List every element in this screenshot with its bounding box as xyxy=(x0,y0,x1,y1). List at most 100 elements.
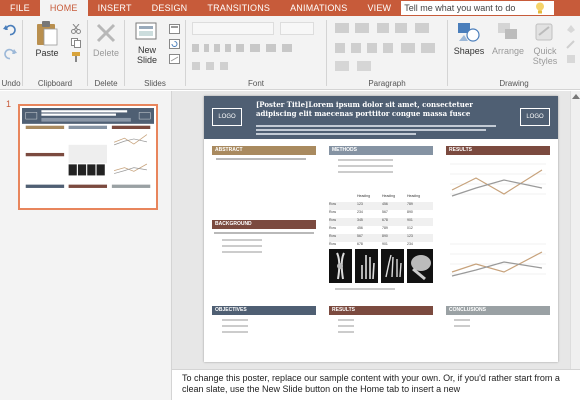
background-text-line xyxy=(214,232,314,234)
paragraph-group: Paragraph xyxy=(327,16,447,90)
tab-file[interactable]: FILE xyxy=(0,0,40,16)
table-cell: 123 xyxy=(357,202,363,206)
notes-text[interactable]: To change this poster, replace our sampl… xyxy=(182,373,574,395)
tab-view[interactable]: VIEW xyxy=(357,0,401,16)
new-slide-label-2: Slide xyxy=(136,55,157,65)
tab-transitions[interactable]: TRANSITIONS xyxy=(197,0,280,16)
font-format-buttons-icon[interactable] xyxy=(192,42,320,54)
slide-thumbnail-preview xyxy=(22,108,154,206)
table-cell: 567 xyxy=(357,234,363,238)
table-cell: 456 xyxy=(382,202,388,206)
table-cell: Row xyxy=(329,234,337,238)
section-methods: METHODS xyxy=(329,146,433,155)
reset-icon[interactable] xyxy=(169,39,180,49)
list-buttons-icon[interactable] xyxy=(335,22,439,34)
paste-button[interactable]: Paste xyxy=(28,20,66,58)
lightbulb-icon[interactable] xyxy=(535,2,545,14)
slide-number: 1 xyxy=(6,99,12,109)
delete-group: Delete Delete xyxy=(88,16,124,90)
tab-insert[interactable]: INSERT xyxy=(88,0,142,16)
vertical-scrollbar[interactable] xyxy=(570,91,580,369)
font-color-icon[interactable] xyxy=(192,60,252,72)
tell-me-search-input[interactable]: Tell me what you want to do xyxy=(401,1,554,15)
delete-button[interactable]: Delete xyxy=(90,22,122,58)
abstract-text-line xyxy=(216,158,306,160)
arrange-button[interactable]: Arrange xyxy=(490,21,526,56)
table-cell: 678 xyxy=(382,218,388,222)
direction-buttons-icon[interactable] xyxy=(335,60,395,72)
objectives-bullet-2 xyxy=(222,325,248,327)
table-cell: Row xyxy=(329,202,337,206)
ribbon-tab-bar: FILE HOME INSERT DESIGN TRANSITIONS ANIM… xyxy=(0,0,580,16)
ribbon: Undo Paste Clipboard Delete Delete New S… xyxy=(0,16,580,90)
quick-styles-button[interactable]: Quick Styles xyxy=(528,21,562,66)
quick-styles-label-2: Styles xyxy=(532,56,558,66)
new-slide-button[interactable]: New Slide xyxy=(129,21,165,65)
section-objectives: OBJECTIVES xyxy=(212,306,316,315)
quick-styles-label-1: Quick xyxy=(533,46,557,56)
series-line-3 xyxy=(451,251,543,273)
section-results-2: RESULTS xyxy=(329,306,433,315)
methods-bullet-3 xyxy=(338,171,393,173)
tab-home[interactable]: HOME xyxy=(39,0,88,16)
new-slide-label-1: New xyxy=(137,45,156,55)
poster-slide[interactable]: LOGO LOGO [Poster Title]Lorem ipsum dolo… xyxy=(204,96,558,362)
table-cell: Row xyxy=(329,218,337,222)
clipboard-icon xyxy=(37,21,58,46)
section-abstract: ABSTRACT xyxy=(212,146,316,155)
figure-caption xyxy=(335,288,395,290)
shape-outline-icon[interactable] xyxy=(566,39,576,49)
font-size-select[interactable] xyxy=(280,22,314,35)
objectives-bullet-3 xyxy=(222,331,248,333)
redo-icon[interactable] xyxy=(3,48,17,60)
table-row: Row 567 890 123 xyxy=(329,234,433,242)
shape-effects-icon[interactable] xyxy=(566,54,576,64)
shapes-icon xyxy=(458,23,480,42)
cut-icon[interactable] xyxy=(71,24,81,34)
tab-design[interactable]: DESIGN xyxy=(142,0,198,16)
font-family-select[interactable] xyxy=(192,22,274,35)
scroll-up-icon[interactable] xyxy=(572,93,580,99)
drawing-group: Shapes Arrange Quick Styles Drawing xyxy=(448,16,580,90)
results-line-chart-2 xyxy=(450,243,546,277)
delete-x-icon xyxy=(96,23,116,43)
slide-editor: LOGO LOGO [Poster Title]Lorem ipsum dolo… xyxy=(172,91,580,369)
table-cell: 345 xyxy=(357,218,363,222)
copy-icon[interactable] xyxy=(71,38,81,48)
slides-group-label: Slides xyxy=(144,79,166,88)
format-painter-icon[interactable] xyxy=(71,52,81,62)
table-cell: 890 xyxy=(407,210,413,214)
undo-icon[interactable] xyxy=(3,24,17,36)
left-logo: LOGO xyxy=(212,108,242,126)
right-logo: LOGO xyxy=(520,108,550,126)
objectives-bullet-1 xyxy=(222,319,248,321)
slides-group: New Slide Slides xyxy=(125,16,185,90)
table-row: Row 234 567 890 xyxy=(329,210,433,218)
notes-pane[interactable]: To change this poster, replace our sampl… xyxy=(172,369,580,400)
quick-styles-icon xyxy=(535,23,553,41)
section-icon[interactable] xyxy=(169,54,180,64)
layout-icon[interactable] xyxy=(169,24,180,34)
shape-fill-icon[interactable] xyxy=(566,24,576,34)
table-cell: Row xyxy=(329,210,337,214)
align-buttons-icon[interactable] xyxy=(335,42,439,54)
tab-animations[interactable]: ANIMATIONS xyxy=(280,0,357,16)
table-cell: 234 xyxy=(357,210,363,214)
poster-header: LOGO LOGO [Poster Title]Lorem ipsum dolo… xyxy=(204,96,558,139)
paste-label: Paste xyxy=(35,48,59,58)
table-cell: 789 xyxy=(407,202,413,206)
table-heading-1: Heading xyxy=(357,194,371,198)
slide-thumbnail[interactable] xyxy=(18,104,158,210)
clipboard-group: Paste Clipboard xyxy=(23,16,87,90)
poster-subtitle-lines xyxy=(256,125,496,135)
shapes-button[interactable]: Shapes xyxy=(452,21,486,56)
methods-bullet-2 xyxy=(338,165,393,167)
table-heading-2: Heading xyxy=(382,194,396,198)
delete-label: Delete xyxy=(92,48,119,58)
table-cell: 789 xyxy=(382,226,388,230)
background-bullet-1 xyxy=(222,239,262,241)
table-cell: 567 xyxy=(382,210,388,214)
arrange-icon xyxy=(498,23,517,39)
paragraph-group-label: Paragraph xyxy=(368,79,406,88)
results-bullet-1 xyxy=(338,319,354,321)
